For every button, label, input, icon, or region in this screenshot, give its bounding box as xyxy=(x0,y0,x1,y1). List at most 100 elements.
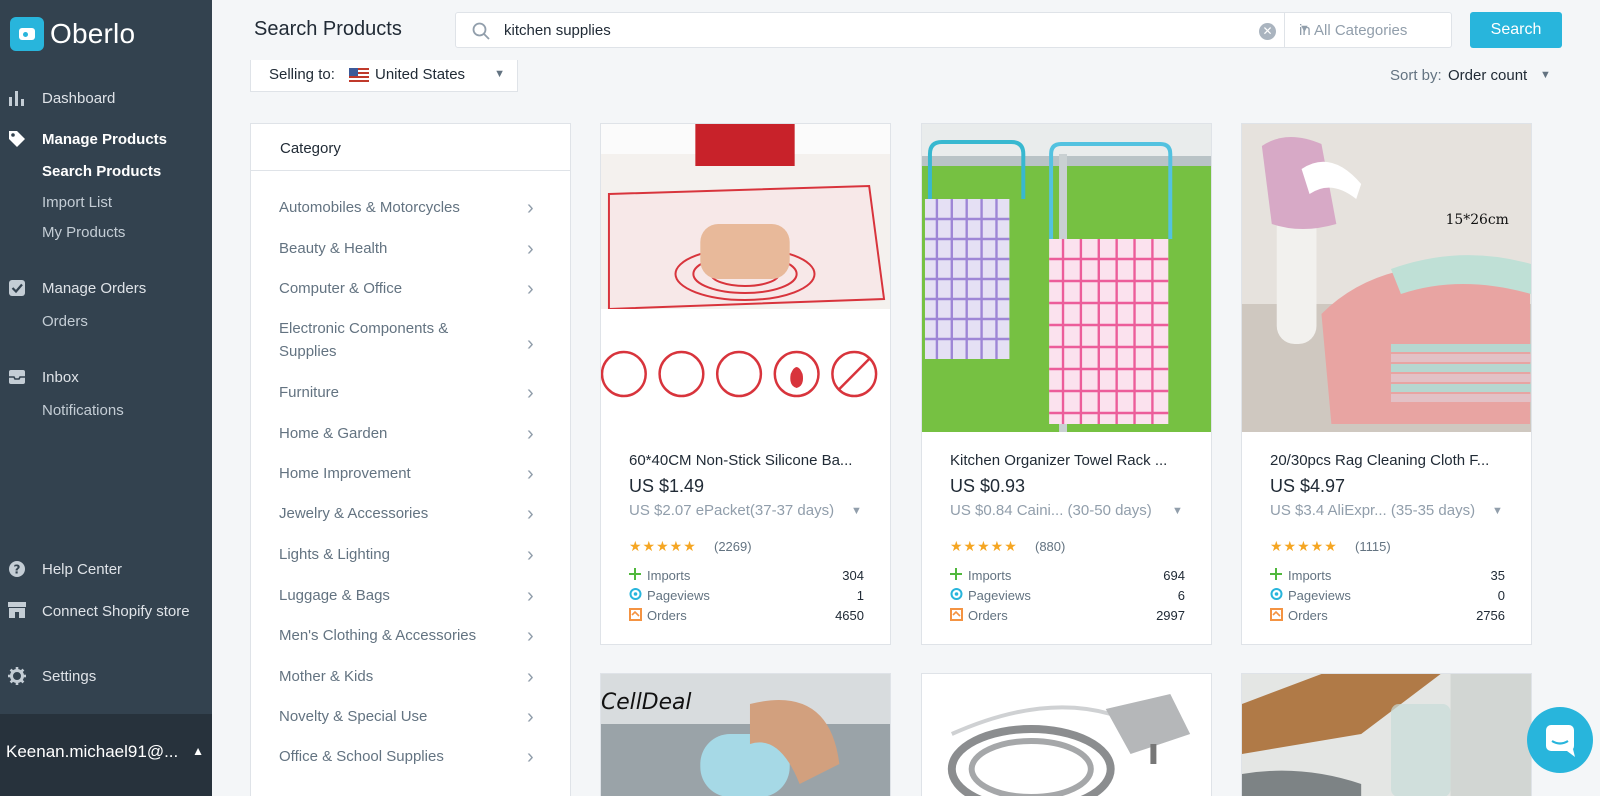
nav-my-products[interactable]: My Products xyxy=(42,224,125,241)
chevron-right-icon[interactable]: › xyxy=(527,504,534,524)
search-button[interactable]: Search xyxy=(1470,12,1562,48)
chevron-down-icon[interactable]: ▼ xyxy=(1540,69,1551,81)
nav-settings-label: Settings xyxy=(42,667,97,685)
product-card[interactable] xyxy=(921,673,1212,796)
chevron-right-icon[interactable]: › xyxy=(527,667,534,687)
selling-to-label: Selling to: xyxy=(269,66,335,83)
stat-label: Pageviews xyxy=(968,588,1031,603)
product-price: US $1.49 xyxy=(629,476,705,496)
nav-manage-orders[interactable]: Manage Orders xyxy=(0,273,212,303)
product-price: US $4.97 xyxy=(1270,476,1346,496)
oberlo-logo[interactable]: Oberlo xyxy=(10,17,135,51)
nav-notifications[interactable]: Notifications xyxy=(42,402,124,419)
category-item[interactable]: Beauty & Health xyxy=(279,237,539,260)
plus-icon xyxy=(1270,568,1284,582)
nav-dashboard[interactable]: Dashboard xyxy=(0,83,212,113)
chevron-down-icon[interactable]: ▼ xyxy=(1492,505,1503,517)
chevron-down-icon[interactable]: ▼ xyxy=(1172,505,1183,517)
orders-icon xyxy=(1270,608,1284,622)
stat-orders: Orders 2997 xyxy=(950,608,1185,626)
chevron-right-icon[interactable]: › xyxy=(527,586,534,606)
category-item[interactable]: Men's Clothing & Accessories xyxy=(279,624,539,647)
category-item[interactable]: Automobiles & Motorcycles xyxy=(279,196,539,219)
chevron-right-icon[interactable]: › xyxy=(527,383,534,403)
review-count: (2269) xyxy=(714,539,752,554)
nav-connect-shopify-label: Connect Shopify store xyxy=(42,603,190,620)
product-title[interactable]: 60*40CM Non-Stick Silicone Ba... xyxy=(629,452,852,469)
category-item[interactable]: Jewelry & Accessories xyxy=(279,502,539,525)
selling-to-select[interactable]: Selling to: United States ▼ xyxy=(250,60,518,92)
product-shipping[interactable]: US $0.84 Caini... (30-50 days) xyxy=(950,502,1152,519)
stat-value: 2756 xyxy=(1476,608,1505,623)
eye-icon xyxy=(950,588,964,602)
product-title[interactable]: Kitchen Organizer Towel Rack ... xyxy=(950,452,1167,469)
nav-import-list[interactable]: Import List xyxy=(42,194,112,211)
nav-help-center[interactable]: ? Help Center xyxy=(0,554,212,584)
orders-icon xyxy=(950,608,964,622)
image-brand-text: CellDeal xyxy=(601,690,691,715)
star-rating: ★★★★★ xyxy=(629,538,697,554)
category-item[interactable]: Home Improvement xyxy=(279,462,539,485)
product-image[interactable] xyxy=(1242,674,1531,796)
product-card[interactable]: 15*26cm 20/30pcs Rag Cleaning Cloth F...… xyxy=(1241,123,1532,645)
product-image[interactable] xyxy=(601,124,890,432)
image-size-text: 15*26cm xyxy=(1446,212,1509,228)
chevron-right-icon[interactable]: › xyxy=(527,239,534,259)
product-image[interactable] xyxy=(922,124,1211,432)
user-menu[interactable]: Keenan.michael91@... ▲ xyxy=(0,714,212,796)
nav-orders[interactable]: Orders xyxy=(42,313,88,330)
chat-button[interactable] xyxy=(1527,707,1593,773)
search-input[interactable]: kitchen supplies ✕ xyxy=(455,12,1285,48)
product-shipping[interactable]: US $3.4 AliExpr... (35-35 days) xyxy=(1270,502,1475,519)
chevron-down-icon: ▼ xyxy=(1299,23,1310,35)
stat-value: 694 xyxy=(1163,568,1185,583)
plus-icon xyxy=(629,568,643,582)
product-shipping[interactable]: US $2.07 ePacket(37-37 days) xyxy=(629,502,834,519)
chevron-right-icon[interactable]: › xyxy=(527,334,534,354)
nav-settings[interactable]: Settings xyxy=(0,661,212,691)
question-icon: ? xyxy=(7,559,27,579)
chevron-right-icon[interactable]: › xyxy=(527,198,534,218)
category-item[interactable]: Lights & Lighting xyxy=(279,543,539,566)
stat-pageviews: Pageviews 0 xyxy=(1270,588,1505,606)
category-item[interactable]: Computer & Office xyxy=(279,277,539,300)
stat-pageviews: Pageviews 6 xyxy=(950,588,1185,606)
clear-search-icon[interactable]: ✕ xyxy=(1259,23,1276,40)
stat-label: Pageviews xyxy=(647,588,710,603)
chevron-down-icon[interactable]: ▼ xyxy=(851,505,862,517)
category-item[interactable]: Furniture xyxy=(279,381,539,404)
chevron-right-icon[interactable]: › xyxy=(527,424,534,444)
stat-value: 4650 xyxy=(835,608,864,623)
stat-label: Imports xyxy=(647,568,691,583)
product-title[interactable]: 20/30pcs Rag Cleaning Cloth F... xyxy=(1270,452,1489,469)
product-card[interactable]: 60*40CM Non-Stick Silicone Ba... US $1.4… xyxy=(600,123,891,645)
nav-manage-products[interactable]: Manage Products xyxy=(0,124,212,154)
category-item[interactable]: Electronic Components & Supplies xyxy=(279,317,484,363)
nav-dashboard-label: Dashboard xyxy=(42,89,116,107)
chevron-right-icon[interactable]: › xyxy=(527,626,534,646)
category-item[interactable]: Novelty & Special Use xyxy=(279,705,539,728)
stat-imports: Imports 304 xyxy=(629,568,864,586)
category-item[interactable]: Luggage & Bags xyxy=(279,584,539,607)
nav-search-products[interactable]: Search Products xyxy=(42,163,161,180)
chevron-right-icon[interactable]: › xyxy=(527,747,534,767)
product-image[interactable] xyxy=(922,674,1211,796)
sort-select[interactable]: Order count xyxy=(1448,67,1527,84)
chevron-right-icon[interactable]: › xyxy=(527,545,534,565)
product-card[interactable]: CellDeal xyxy=(600,673,891,796)
product-card[interactable]: Kitchen Organizer Towel Rack ... US $0.9… xyxy=(921,123,1212,645)
product-image[interactable]: 15*26cm xyxy=(1242,124,1531,432)
product-card[interactable] xyxy=(1241,673,1532,796)
category-select[interactable]: in All Categories ▼ xyxy=(1285,12,1452,48)
chevron-right-icon[interactable]: › xyxy=(527,279,534,299)
chevron-right-icon[interactable]: › xyxy=(527,707,534,727)
chevron-right-icon[interactable]: › xyxy=(527,464,534,484)
review-count: (1115) xyxy=(1355,539,1391,554)
product-image[interactable]: CellDeal xyxy=(601,674,890,796)
category-item[interactable]: Office & School Supplies xyxy=(279,745,539,768)
stat-value: 35 xyxy=(1490,568,1505,583)
category-item[interactable]: Mother & Kids xyxy=(279,665,539,688)
category-item[interactable]: Home & Garden xyxy=(279,422,539,445)
nav-connect-shopify[interactable]: Connect Shopify store xyxy=(0,596,212,644)
nav-inbox[interactable]: Inbox xyxy=(0,362,212,392)
